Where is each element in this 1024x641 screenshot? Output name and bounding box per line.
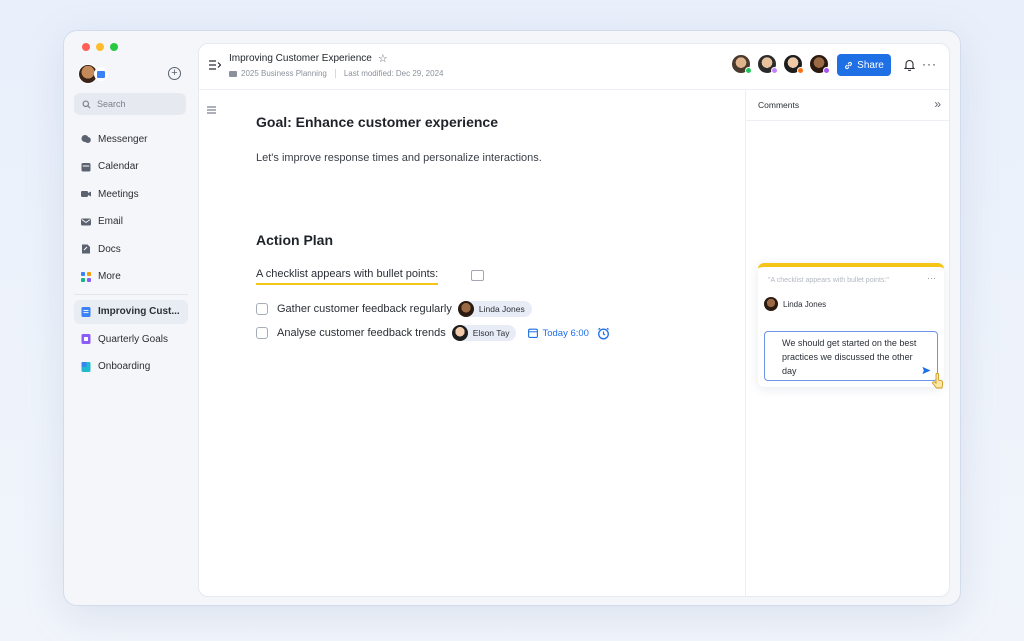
sidebar-item-label: Meetings bbox=[98, 188, 139, 200]
link-icon bbox=[845, 61, 853, 69]
divider bbox=[334, 69, 336, 78]
bell-icon[interactable] bbox=[904, 59, 915, 71]
avatar[interactable] bbox=[783, 54, 804, 74]
sidebar-item-messenger[interactable]: Messenger bbox=[74, 127, 188, 151]
sidebar-item-label: Quarterly Goals bbox=[98, 333, 169, 345]
last-modified: Last modified: Dec 29, 2024 bbox=[343, 69, 444, 78]
grid-icon bbox=[81, 271, 91, 282]
send-icon[interactable] bbox=[922, 366, 931, 375]
sidebar-item-label: Calendar bbox=[98, 161, 139, 172]
avatar bbox=[764, 297, 778, 311]
comments-header: Comments » bbox=[746, 90, 949, 121]
search-placeholder: Search bbox=[97, 99, 126, 109]
checklist-title[interactable]: A checklist appears with bullet points: bbox=[256, 268, 439, 285]
avatar bbox=[457, 301, 474, 317]
avatar[interactable] bbox=[731, 54, 752, 74]
document-panel: Improving Customer Experience ☆ 2025 Bus… bbox=[198, 43, 950, 597]
app-window: + Search Messenger Calendar Meetings Ema… bbox=[63, 30, 961, 606]
comment-quote: "A checklist appears with bullet points:… bbox=[768, 277, 889, 284]
comment-card: "A checklist appears with bullet points:… bbox=[758, 263, 944, 387]
search-icon bbox=[82, 99, 91, 109]
sidebar-divider bbox=[74, 293, 188, 295]
avatar bbox=[451, 325, 468, 341]
assignee-name: Elson Tay bbox=[472, 328, 510, 338]
page-title: Improving Customer Experience ☆ bbox=[229, 52, 388, 65]
doc-icon bbox=[81, 334, 91, 344]
star-icon[interactable]: ☆ bbox=[378, 52, 388, 65]
add-button[interactable]: + bbox=[168, 67, 181, 80]
sidebar-item-docs[interactable]: Docs bbox=[74, 237, 188, 261]
sidebar-item-quarterly-goals[interactable]: Quarterly Goals bbox=[74, 327, 188, 351]
sidebar-item-label: Docs bbox=[98, 243, 121, 255]
avatar[interactable] bbox=[757, 54, 778, 74]
alarm-icon[interactable] bbox=[597, 327, 610, 340]
checklist-item: Gather customer feedback regularly Linda… bbox=[256, 301, 532, 317]
sidebar-item-label: Email bbox=[98, 216, 124, 227]
sidebar-item-calendar[interactable]: Calendar bbox=[74, 155, 188, 179]
docs-icon bbox=[82, 244, 90, 254]
hand-cursor-icon bbox=[932, 373, 944, 389]
sidebar-item-label: Messenger bbox=[98, 133, 148, 145]
search-input[interactable]: Search bbox=[74, 93, 186, 115]
sidebar-item-label: More bbox=[98, 271, 121, 282]
reply-input[interactable]: We should get started on the best practi… bbox=[764, 331, 938, 381]
chat-icon bbox=[81, 135, 91, 143]
task-text: Gather customer feedback regularly bbox=[277, 303, 452, 315]
share-button[interactable]: Share bbox=[837, 54, 891, 76]
sidebar-item-meetings[interactable]: Meetings bbox=[74, 182, 188, 206]
task-checkbox[interactable] bbox=[256, 303, 268, 315]
goal-text: Let's improve response times and persona… bbox=[256, 152, 542, 164]
assignee-chip[interactable]: Elson Tay bbox=[451, 325, 517, 341]
calendar-icon bbox=[528, 328, 539, 338]
sidebar-nav: Messenger Calendar Meetings Email Docs M… bbox=[74, 127, 188, 382]
comment-icon[interactable] bbox=[471, 270, 484, 281]
collapse-panel-icon[interactable]: » bbox=[934, 97, 941, 111]
due-date-label: Today 6:00 bbox=[542, 327, 589, 339]
due-date[interactable]: Today 6:00 bbox=[528, 327, 589, 339]
more-options-icon[interactable]: ··· bbox=[922, 57, 937, 71]
author-name: Linda Jones bbox=[783, 299, 827, 309]
share-label: Share bbox=[857, 59, 884, 71]
reply-text: We should get started on the best practi… bbox=[782, 338, 917, 376]
checklist-item: Analyse customer feedback trends Elson T… bbox=[256, 325, 610, 341]
comments-panel: Comments » "A checklist appears with bul… bbox=[745, 90, 949, 596]
mail-icon bbox=[81, 218, 91, 225]
task-text: Analyse customer feedback trends bbox=[277, 327, 446, 339]
avatar[interactable] bbox=[809, 54, 830, 74]
calendar-icon bbox=[81, 162, 91, 171]
doc-icon bbox=[81, 361, 91, 372]
calendar-badge-icon bbox=[94, 67, 108, 81]
plan-heading: Action Plan bbox=[256, 232, 334, 248]
sidebar: + Search Messenger Calendar Meetings Ema… bbox=[64, 31, 198, 605]
folder-icon bbox=[229, 70, 237, 77]
sidebar-item-label: Improving Cust... bbox=[98, 306, 180, 317]
folder-link[interactable]: 2025 Business Planning bbox=[241, 69, 327, 78]
more-options-icon[interactable]: ··· bbox=[927, 273, 936, 283]
sidebar-item-label: Onboarding bbox=[98, 361, 151, 372]
assignee-name: Linda Jones bbox=[478, 304, 525, 314]
document-body[interactable]: Goal: Enhance customer experience Let's … bbox=[199, 90, 745, 596]
goal-heading: Goal: Enhance customer experience bbox=[256, 114, 498, 130]
menu-icon[interactable] bbox=[207, 106, 216, 114]
toggle-sidebar-icon[interactable] bbox=[209, 60, 221, 70]
sidebar-item-email[interactable]: Email bbox=[74, 210, 188, 234]
comments-title: Comments bbox=[758, 100, 800, 110]
video-icon bbox=[81, 191, 91, 197]
collaborator-avatars bbox=[731, 54, 830, 74]
task-checkbox[interactable] bbox=[256, 327, 268, 339]
doc-icon bbox=[81, 306, 91, 317]
breadcrumb: 2025 Business Planning Last modified: De… bbox=[229, 69, 443, 78]
profile[interactable] bbox=[78, 64, 108, 84]
sidebar-item-improving-customer[interactable]: Improving Cust... bbox=[74, 299, 188, 324]
document-header: Improving Customer Experience ☆ 2025 Bus… bbox=[199, 44, 949, 90]
sidebar-item-more[interactable]: More bbox=[74, 265, 188, 289]
assignee-chip[interactable]: Linda Jones bbox=[457, 301, 532, 317]
document-title: Improving Customer Experience bbox=[229, 53, 372, 64]
sidebar-item-onboarding[interactable]: Onboarding bbox=[74, 355, 188, 379]
comment-author: Linda Jones bbox=[764, 297, 826, 311]
